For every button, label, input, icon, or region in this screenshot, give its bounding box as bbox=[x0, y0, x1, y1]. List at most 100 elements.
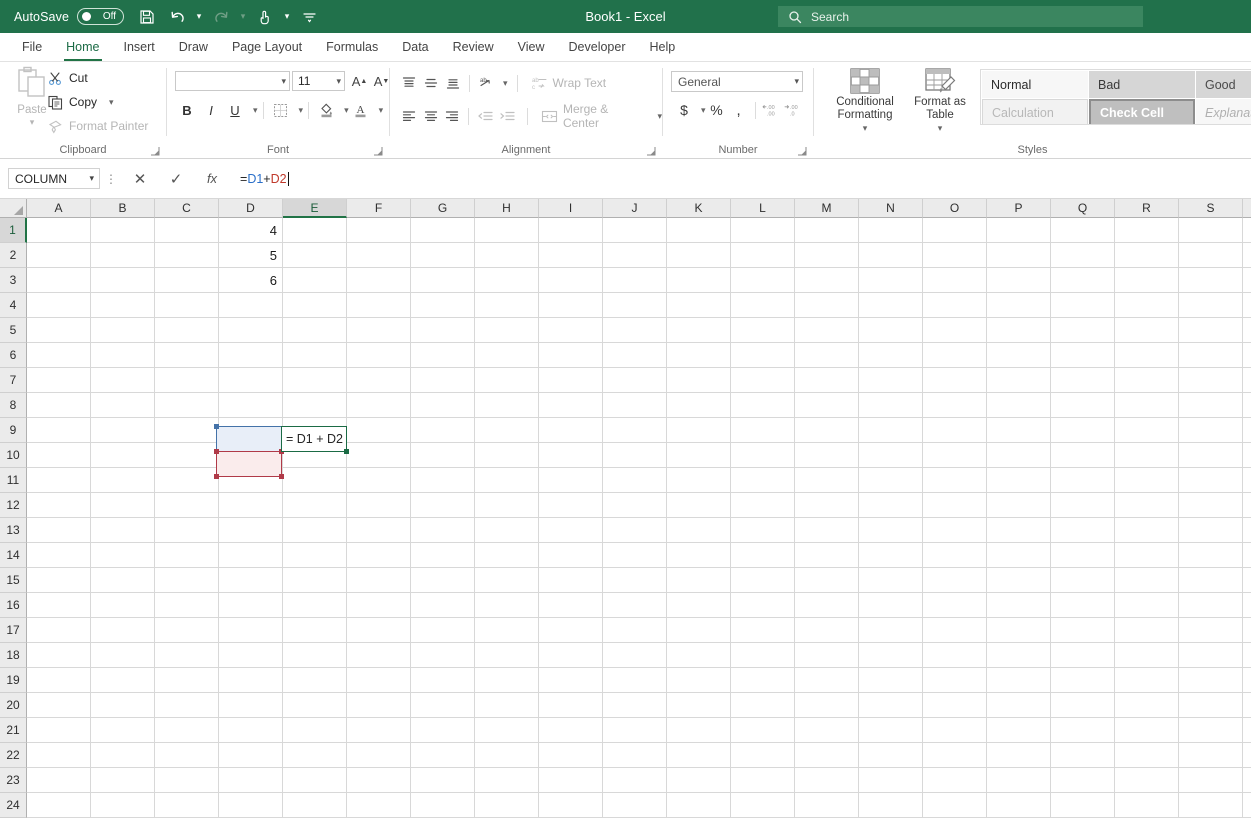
cell-partial[interactable] bbox=[1243, 243, 1251, 268]
column-header-Q[interactable]: Q bbox=[1051, 199, 1115, 218]
cell-A8[interactable] bbox=[27, 393, 91, 418]
cell-Q17[interactable] bbox=[1051, 618, 1115, 643]
cell-H22[interactable] bbox=[475, 743, 539, 768]
cell-H14[interactable] bbox=[475, 543, 539, 568]
cell-J17[interactable] bbox=[603, 618, 667, 643]
cell-I24[interactable] bbox=[539, 793, 603, 818]
cell-H6[interactable] bbox=[475, 343, 539, 368]
cell-C8[interactable] bbox=[155, 393, 219, 418]
cell-C10[interactable] bbox=[155, 443, 219, 468]
cell-B23[interactable] bbox=[91, 768, 155, 793]
copy-dropdown-icon[interactable]: ▾ bbox=[109, 97, 114, 108]
cell-partial[interactable] bbox=[1243, 718, 1251, 743]
cell-E24[interactable] bbox=[283, 793, 347, 818]
column-header-partial[interactable] bbox=[1243, 199, 1251, 218]
cell-K4[interactable] bbox=[667, 293, 731, 318]
cell-B8[interactable] bbox=[91, 393, 155, 418]
cell-P7[interactable] bbox=[987, 368, 1051, 393]
cell-P10[interactable] bbox=[987, 443, 1051, 468]
align-middle-icon[interactable] bbox=[420, 72, 442, 94]
cell-K6[interactable] bbox=[667, 343, 731, 368]
cell-M22[interactable] bbox=[795, 743, 859, 768]
cell-I2[interactable] bbox=[539, 243, 603, 268]
name-box[interactable]: COLUMN ▾ bbox=[8, 168, 100, 189]
cell-S1[interactable] bbox=[1179, 218, 1243, 243]
column-header-N[interactable]: N bbox=[859, 199, 923, 218]
cell-G20[interactable] bbox=[411, 693, 475, 718]
cell-E7[interactable] bbox=[283, 368, 347, 393]
cell-K17[interactable] bbox=[667, 618, 731, 643]
cell-A15[interactable] bbox=[27, 568, 91, 593]
cell-Q22[interactable] bbox=[1051, 743, 1115, 768]
customize-qat-icon[interactable] bbox=[294, 3, 324, 31]
cell-H24[interactable] bbox=[475, 793, 539, 818]
cell-partial[interactable] bbox=[1243, 393, 1251, 418]
cell-G2[interactable] bbox=[411, 243, 475, 268]
cell-A6[interactable] bbox=[27, 343, 91, 368]
cell-Q24[interactable] bbox=[1051, 793, 1115, 818]
cell-style-check-cell[interactable]: Check Cell bbox=[1089, 99, 1195, 124]
cell-O1[interactable] bbox=[923, 218, 987, 243]
cell-P1[interactable] bbox=[987, 218, 1051, 243]
cell-partial[interactable] bbox=[1243, 693, 1251, 718]
cell-D1[interactable]: 4 bbox=[219, 218, 283, 243]
cell-C5[interactable] bbox=[155, 318, 219, 343]
cell-S20[interactable] bbox=[1179, 693, 1243, 718]
cell-L7[interactable] bbox=[731, 368, 795, 393]
cell-L10[interactable] bbox=[731, 443, 795, 468]
cell-R22[interactable] bbox=[1115, 743, 1179, 768]
cell-H13[interactable] bbox=[475, 518, 539, 543]
ribbon-tab-data[interactable]: Data bbox=[390, 32, 440, 61]
cell-G1[interactable] bbox=[411, 218, 475, 243]
cell-I3[interactable] bbox=[539, 268, 603, 293]
cell-M17[interactable] bbox=[795, 618, 859, 643]
cell-N10[interactable] bbox=[859, 443, 923, 468]
cell-K19[interactable] bbox=[667, 668, 731, 693]
cell-M11[interactable] bbox=[795, 468, 859, 493]
cell-I20[interactable] bbox=[539, 693, 603, 718]
cell-A7[interactable] bbox=[27, 368, 91, 393]
cell-I14[interactable] bbox=[539, 543, 603, 568]
cell-partial[interactable] bbox=[1243, 518, 1251, 543]
cell-Q21[interactable] bbox=[1051, 718, 1115, 743]
cell-A21[interactable] bbox=[27, 718, 91, 743]
cell-K16[interactable] bbox=[667, 593, 731, 618]
search-box[interactable]: Search bbox=[778, 6, 1143, 27]
cell-N15[interactable] bbox=[859, 568, 923, 593]
cell-M19[interactable] bbox=[795, 668, 859, 693]
cell-K9[interactable] bbox=[667, 418, 731, 443]
cell-M6[interactable] bbox=[795, 343, 859, 368]
cell-A12[interactable] bbox=[27, 493, 91, 518]
cell-B9[interactable] bbox=[91, 418, 155, 443]
cell-R16[interactable] bbox=[1115, 593, 1179, 618]
cell-S8[interactable] bbox=[1179, 393, 1243, 418]
cell-K3[interactable] bbox=[667, 268, 731, 293]
cell-A2[interactable] bbox=[27, 243, 91, 268]
cell-R19[interactable] bbox=[1115, 668, 1179, 693]
row-header-6[interactable]: 6 bbox=[0, 343, 27, 368]
cell-I23[interactable] bbox=[539, 768, 603, 793]
cell-H8[interactable] bbox=[475, 393, 539, 418]
cell-M14[interactable] bbox=[795, 543, 859, 568]
decrease-font-size-icon[interactable]: A ▼ bbox=[372, 71, 391, 91]
cell-S17[interactable] bbox=[1179, 618, 1243, 643]
cell-B11[interactable] bbox=[91, 468, 155, 493]
cell-partial[interactable] bbox=[1243, 293, 1251, 318]
cell-S11[interactable] bbox=[1179, 468, 1243, 493]
cell-O6[interactable] bbox=[923, 343, 987, 368]
row-header-14[interactable]: 14 bbox=[0, 543, 27, 568]
cell-G22[interactable] bbox=[411, 743, 475, 768]
cell-B10[interactable] bbox=[91, 443, 155, 468]
wrap-text-button[interactable]: ab c Wrap Text bbox=[531, 75, 607, 91]
cell-F15[interactable] bbox=[347, 568, 411, 593]
cell-D10[interactable] bbox=[219, 443, 283, 468]
cell-B12[interactable] bbox=[91, 493, 155, 518]
cell-O9[interactable] bbox=[923, 418, 987, 443]
cell-D23[interactable] bbox=[219, 768, 283, 793]
cell-E18[interactable] bbox=[283, 643, 347, 668]
cell-D15[interactable] bbox=[219, 568, 283, 593]
cell-O24[interactable] bbox=[923, 793, 987, 818]
cell-D3[interactable]: 6 bbox=[219, 268, 283, 293]
row-header-2[interactable]: 2 bbox=[0, 243, 27, 268]
cell-Q12[interactable] bbox=[1051, 493, 1115, 518]
